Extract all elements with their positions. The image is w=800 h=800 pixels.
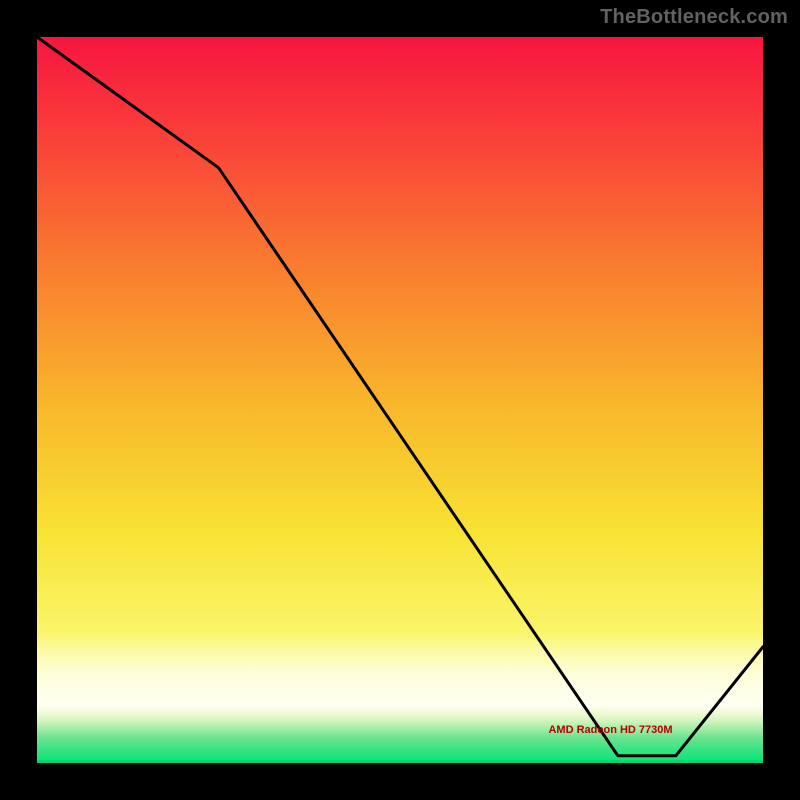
source-label: TheBottleneck.com xyxy=(600,6,788,29)
plot-area: AMD Radeon HD 7730M xyxy=(37,37,763,763)
pale-band xyxy=(37,632,763,712)
chart-svg xyxy=(37,37,763,763)
bottom-edge xyxy=(37,760,763,763)
frame: TheBottleneck.com xyxy=(0,0,800,800)
